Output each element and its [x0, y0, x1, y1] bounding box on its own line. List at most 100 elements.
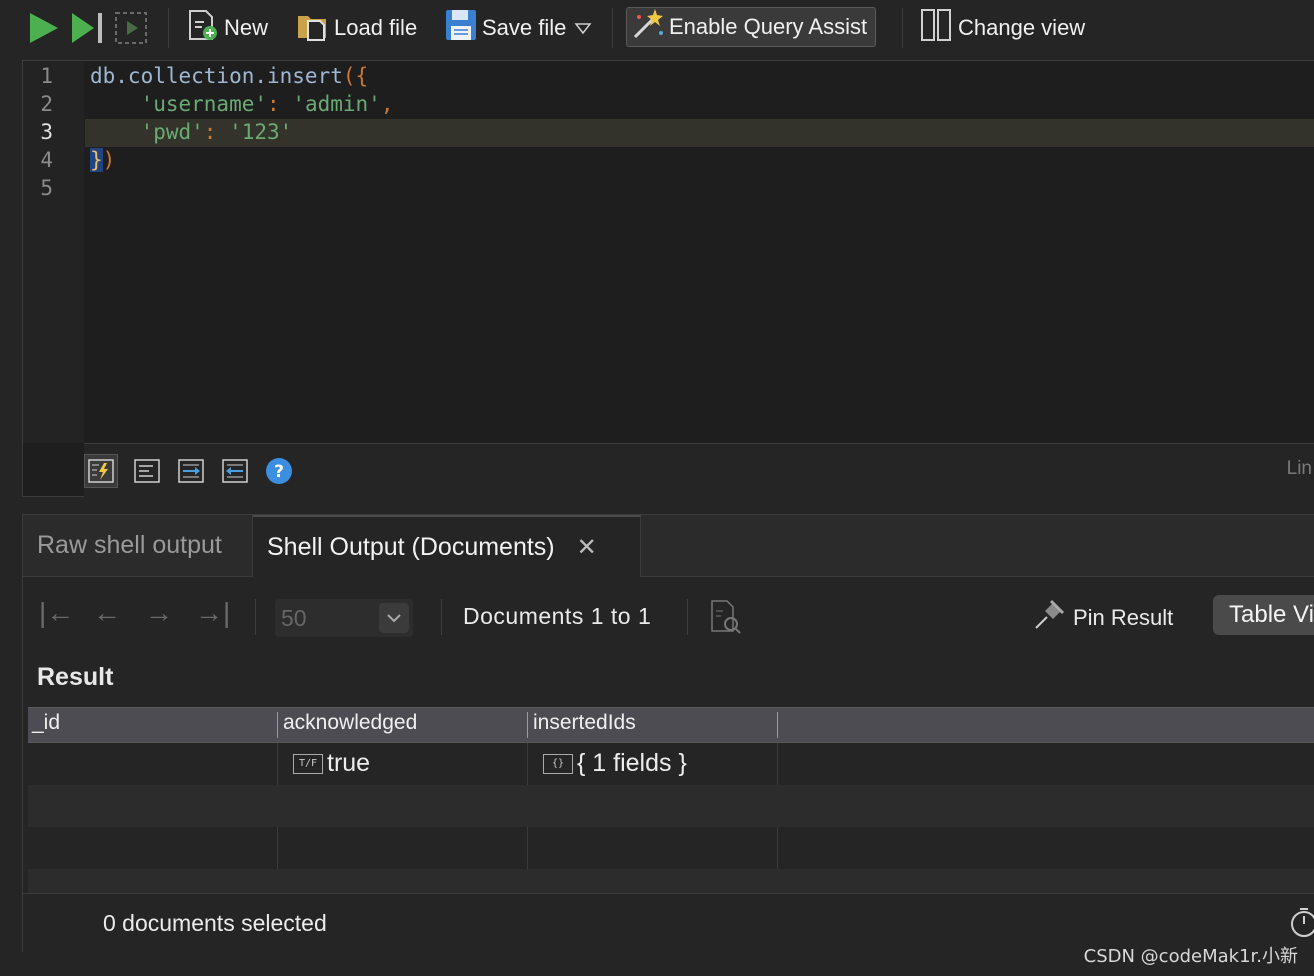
toolbar-separator — [612, 8, 613, 48]
code-token: 'username' — [140, 92, 268, 116]
page-size-select[interactable]: 50 — [275, 599, 413, 637]
column-resize-handle[interactable] — [777, 712, 778, 738]
line-number: 4 — [40, 148, 53, 172]
save-file-label: Save file — [482, 15, 567, 40]
query-assist-label: Enable Query Assist — [669, 14, 868, 39]
divider — [441, 599, 442, 635]
line-number: 5 — [40, 176, 53, 200]
code-token: '123' — [229, 120, 293, 144]
query-editor[interactable]: 1 2 3 4 5 db.collection.insert({ 'userna… — [22, 60, 1314, 498]
chevron-down-icon[interactable] — [574, 15, 592, 41]
editor-bottom-toolbar: ? Lin — [84, 443, 1314, 498]
code-token: db.collection.insert — [90, 64, 343, 88]
code-token: 'admin' — [292, 92, 381, 116]
table-view-button[interactable]: Table View — [1213, 595, 1314, 635]
results-tab-bar: Raw shell output Shell Output (Documents… — [23, 515, 1314, 577]
line-number: 2 — [40, 92, 53, 116]
watermark: CSDN @codeMak1r.小新 — [1083, 946, 1298, 967]
table-view-label: Table View — [1229, 601, 1314, 628]
svg-text:?: ? — [274, 462, 284, 482]
help-icon[interactable]: ? — [262, 454, 296, 488]
cell-value: { 1 fields } — [577, 749, 687, 777]
code-line-2[interactable]: 'username': 'admin', — [90, 90, 394, 118]
magic-wand-icon — [631, 7, 665, 47]
step-run-icon[interactable] — [114, 11, 150, 50]
cell-value: true — [327, 749, 371, 777]
first-page-icon[interactable]: |← — [39, 597, 74, 629]
column-header-id[interactable]: _id — [32, 711, 60, 735]
table-row[interactable]: T/F true {} { 1 fields } — [28, 743, 1314, 785]
chevron-down-icon[interactable] — [379, 603, 409, 633]
outdent-icon[interactable] — [218, 454, 252, 488]
pin-result-label: Pin Result — [1073, 605, 1174, 630]
code-token: : — [203, 120, 230, 144]
code-token: 'pwd' — [140, 120, 204, 144]
code-line-3[interactable]: 'pwd': '123' — [90, 118, 293, 146]
stopwatch-icon — [1288, 906, 1314, 943]
table-row-empty — [28, 827, 1314, 869]
object-type-icon: {} — [543, 753, 573, 774]
selection-status: 0 documents selected — [103, 910, 327, 936]
close-icon[interactable]: ✕ — [577, 533, 597, 562]
table-row-empty — [28, 785, 1314, 827]
toolbar-separator — [168, 8, 169, 48]
column-header-insertedids[interactable]: insertedIds — [533, 711, 636, 735]
load-file-button[interactable]: Load file — [296, 9, 417, 47]
indent-icon[interactable] — [174, 454, 208, 488]
auto-complete-icon[interactable] — [84, 454, 118, 488]
previous-page-icon[interactable]: ← — [93, 597, 121, 629]
split-view-icon — [920, 8, 954, 48]
format-icon[interactable] — [130, 454, 164, 488]
new-label: New — [224, 15, 269, 40]
new-button[interactable]: New — [186, 9, 268, 47]
results-table: _id acknowledged insertedIds T/F true {}… — [28, 707, 1314, 897]
pin-result-button[interactable]: Pin Result — [1033, 599, 1173, 637]
new-file-icon — [186, 8, 220, 48]
tab-raw-shell-output[interactable]: Raw shell output — [23, 515, 253, 576]
code-line-4[interactable]: }) — [90, 146, 115, 174]
cursor-position-status: Lin — [1286, 458, 1312, 479]
line-number-gutter: 1 2 3 4 5 — [23, 61, 84, 443]
change-view-label: Change view — [958, 15, 1086, 40]
divider — [687, 599, 688, 635]
run-icon[interactable] — [28, 11, 60, 50]
floppy-disk-icon — [444, 8, 478, 48]
column-header-acknowledged[interactable]: acknowledged — [283, 711, 417, 735]
load-file-label: Load file — [334, 15, 418, 40]
column-resize-handle[interactable] — [277, 712, 278, 738]
last-page-icon[interactable]: →| — [195, 597, 230, 629]
save-file-button[interactable]: Save file — [444, 9, 592, 47]
change-view-button[interactable]: Change view — [920, 9, 1085, 47]
acknowledged-cell[interactable]: T/F true — [293, 749, 370, 778]
code-token: ) — [102, 148, 116, 172]
pushpin-icon — [1033, 599, 1065, 637]
results-panel: Raw shell output Shell Output (Documents… — [22, 514, 1314, 952]
tab-label: Raw shell output — [37, 531, 222, 559]
code-line-1[interactable]: db.collection.insert({ — [90, 62, 368, 90]
column-resize-handle[interactable] — [527, 712, 528, 738]
main-toolbar: New Load file Save file Enable Query Ass… — [0, 0, 1314, 56]
tab-shell-output-documents[interactable]: Shell Output (Documents) ✕ — [253, 515, 641, 577]
divider — [255, 599, 256, 635]
matched-brace: } — [90, 148, 103, 172]
table-header: _id acknowledged insertedIds — [28, 707, 1314, 743]
find-document-icon[interactable] — [709, 599, 743, 640]
toolbar-separator — [902, 8, 903, 48]
code-token: , — [380, 92, 394, 116]
code-token: : — [267, 92, 293, 116]
code-token: ( — [342, 64, 356, 88]
code-token: { — [355, 64, 369, 88]
run-current-icon[interactable] — [70, 11, 106, 50]
documents-range-label: Documents 1 to 1 — [463, 603, 652, 629]
tab-label: Shell Output (Documents) — [267, 532, 555, 561]
boolean-type-icon: T/F — [293, 753, 323, 774]
folder-icon — [296, 8, 330, 48]
enable-query-assist-button[interactable]: Enable Query Assist — [626, 7, 877, 47]
insertedids-cell[interactable]: {} { 1 fields } — [543, 749, 687, 778]
next-page-icon[interactable]: → — [145, 597, 173, 629]
page-size-value: 50 — [281, 605, 307, 631]
result-section-title: Result — [37, 663, 114, 691]
line-number: 1 — [40, 64, 53, 88]
line-number-current: 3 — [40, 120, 53, 144]
pagination-bar: |← ← → →| 50 Documents 1 to 1 Pin Result… — [23, 577, 1314, 657]
